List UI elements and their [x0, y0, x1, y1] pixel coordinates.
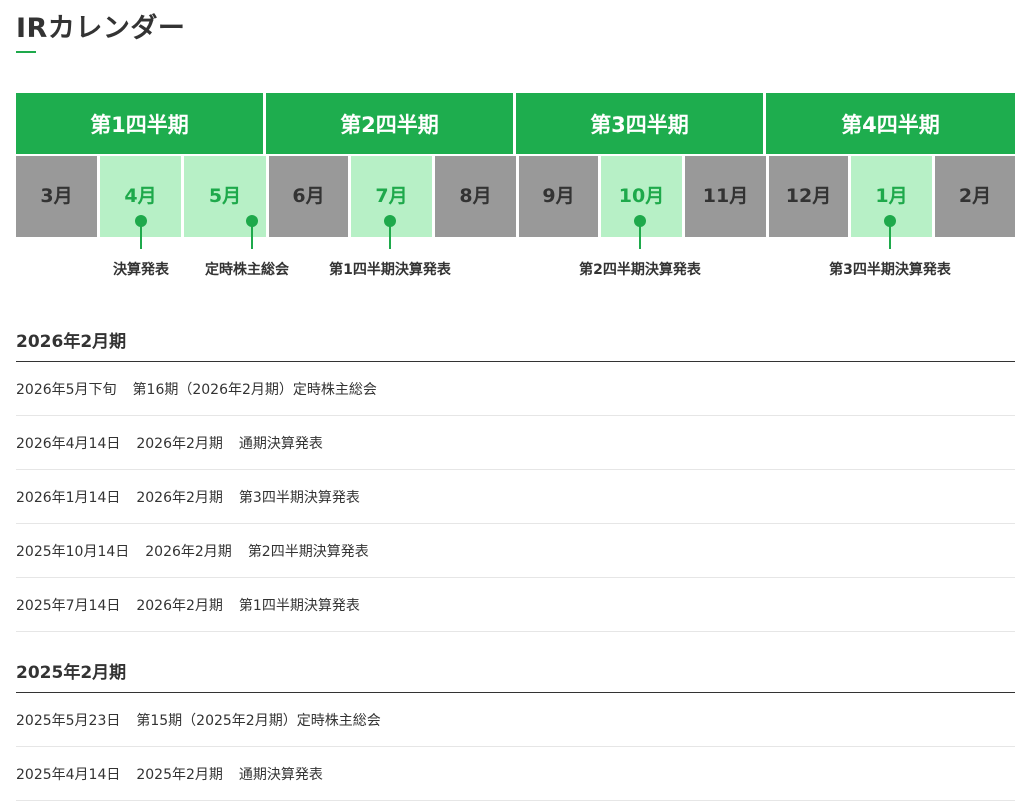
fiscal-year-section-2026: 2026年2月期 2026年5月下旬 第16期（2026年2月期）定時株主総会 2… — [16, 328, 1015, 632]
quarter-4-header: 第4四半期 — [766, 93, 1015, 154]
month-cell: 3月 — [16, 156, 97, 237]
month-row: 3月 4月 5月 6月 7月 8月 9月 10月 11月 12月 1月 2月 — [16, 156, 1015, 237]
event-label-q3-earnings: 第3四半期決算発表 — [829, 262, 951, 278]
row-event: 第2四半期決算発表 — [247, 543, 369, 560]
row-term: 2026年2月期 — [145, 543, 232, 560]
event-connector — [889, 225, 891, 249]
event-label-q2-earnings: 第2四半期決算発表 — [579, 262, 701, 278]
page-title: IRカレンダー — [16, 13, 186, 44]
schedule-row: 2025年4月14日 2025年2月期 通期決算発表 — [16, 747, 1015, 801]
month-label: 5月 — [208, 185, 242, 207]
month-label: 8月 — [459, 185, 492, 207]
row-date: 2026年4月14日 — [16, 435, 121, 452]
month-label: 1月 — [875, 185, 908, 207]
month-label: 9月 — [542, 185, 575, 207]
month-cell: 2月 — [935, 156, 1015, 237]
event-label-q1-earnings: 第1四半期決算発表 — [329, 262, 451, 278]
month-label: 7月 — [375, 185, 408, 207]
month-label: 2月 — [958, 185, 992, 207]
row-event: 第1四半期決算発表 — [238, 597, 360, 614]
month-label: 11月 — [702, 185, 749, 207]
row-date: 2025年5月23日 — [16, 712, 121, 729]
fiscal-year-section-2025: 2025年2月期 2025年5月23日 第15期（2025年2月期）定時株主総会 … — [16, 659, 1015, 801]
section-heading: 2026年2月期 — [16, 328, 1015, 362]
month-cell: 12月 — [769, 156, 848, 237]
schedule-row: 2026年5月下旬 第16期（2026年2月期）定時株主総会 — [16, 362, 1015, 416]
quarter-1-header: 第1四半期 — [16, 93, 266, 154]
month-cell: 9月 — [519, 156, 598, 237]
schedule-row: 2025年10月14日 2026年2月期 第2四半期決算発表 — [16, 524, 1015, 578]
month-label: 4月 — [124, 185, 157, 207]
month-cell: 6月 — [269, 156, 348, 237]
month-cell: 11月 — [685, 156, 766, 237]
title-underline — [16, 51, 36, 53]
quarter-3-header: 第3四半期 — [516, 93, 766, 154]
schedule-row: 2025年5月23日 第15期（2025年2月期）定時株主総会 — [16, 693, 1015, 747]
quarter-2-header: 第2四半期 — [266, 93, 516, 154]
row-term: 2026年2月期 — [136, 435, 223, 452]
ir-calendar-page: IRカレンダー 第1四半期 第2四半期 第3四半期 第4四半期 3月 4月 5月… — [0, 0, 1032, 801]
event-label-agm: 定時株主総会 — [205, 262, 289, 278]
month-label: 3月 — [40, 185, 73, 207]
event-connector — [639, 225, 641, 249]
ir-calendar-timeline: 第1四半期 第2四半期 第3四半期 第4四半期 3月 4月 5月 6月 7月 8… — [16, 93, 1015, 293]
row-date: 2026年5月下旬 — [16, 381, 117, 398]
row-term: 2026年2月期 — [136, 597, 223, 614]
month-label: 6月 — [292, 185, 325, 207]
event-connector — [140, 225, 142, 249]
month-label: 10月 — [618, 185, 665, 207]
row-term: 第16期（2026年2月期）定時株主総会 — [132, 381, 377, 398]
row-date: 2026年1月14日 — [16, 489, 121, 506]
row-term: 2026年2月期 — [136, 489, 223, 506]
row-date: 2025年7月14日 — [16, 597, 121, 614]
row-event: 第3四半期決算発表 — [238, 489, 360, 506]
month-cell: 8月 — [435, 156, 516, 237]
event-label-earnings: 決算発表 — [113, 262, 169, 278]
schedule-row: 2025年7月14日 2026年2月期 第1四半期決算発表 — [16, 578, 1015, 632]
row-event: 通期決算発表 — [238, 766, 323, 783]
row-date: 2025年10月14日 — [16, 543, 130, 560]
row-date: 2025年4月14日 — [16, 766, 121, 783]
schedule-row: 2026年1月14日 2026年2月期 第3四半期決算発表 — [16, 470, 1015, 524]
row-term: 2025年2月期 — [136, 766, 223, 783]
quarter-header-row: 第1四半期 第2四半期 第3四半期 第4四半期 — [16, 93, 1015, 154]
schedule-row: 2026年4月14日 2026年2月期 通期決算発表 — [16, 416, 1015, 470]
section-heading: 2025年2月期 — [16, 659, 1015, 693]
row-event: 通期決算発表 — [238, 435, 323, 452]
month-label: 12月 — [785, 185, 832, 207]
event-connector — [389, 225, 391, 249]
row-term: 第15期（2025年2月期）定時株主総会 — [136, 712, 381, 729]
event-connector — [251, 225, 253, 249]
